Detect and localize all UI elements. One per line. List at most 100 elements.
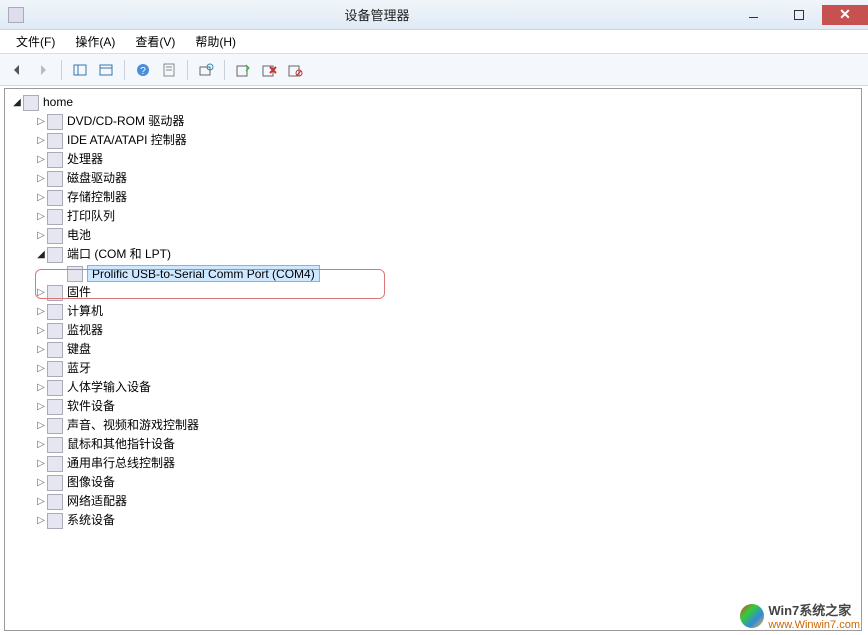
expand-arrow-icon[interactable]: ▷ [35,492,47,511]
show-hide-console-tree-button[interactable] [69,59,91,81]
device-category-item[interactable]: ▷ 蓝牙 [7,359,859,378]
device-item-label: 人体学输入设备 [67,378,151,397]
device-category-item[interactable]: ▷ 磁盘驱动器 [7,169,859,188]
device-item-label: 电池 [67,226,91,245]
device-item-label: 声音、视频和游戏控制器 [67,416,199,435]
device-icon [47,190,63,206]
expand-arrow-icon[interactable]: ▷ [35,131,47,150]
properties-button[interactable] [95,59,117,81]
device-icon [47,475,63,491]
expand-arrow-icon[interactable]: ▷ [35,302,47,321]
device-icon [47,171,63,187]
device-category-item[interactable]: ▷监视器 [7,321,859,340]
expand-arrow-icon[interactable]: ▷ [35,473,47,492]
device-category-item[interactable]: ▷软件设备 [7,397,859,416]
expand-arrow-icon[interactable]: ▷ [35,397,47,416]
watermark: Win7系统之家 www.Winwin7.com [740,600,860,631]
menu-action[interactable]: 操作(A) [65,30,125,53]
device-category-item[interactable]: ▷ 图像设备 [7,473,859,492]
device-category-item[interactable]: ▷ 处理器 [7,150,859,169]
device-category-item[interactable]: ◢ 端口 (COM 和 LPT) [7,245,859,264]
device-item-label: 计算机 [67,302,103,321]
menu-help[interactable]: 帮助(H) [185,30,246,53]
expand-arrow-icon[interactable]: ▷ [35,340,47,359]
device-icon [67,266,83,282]
expand-arrow-icon[interactable]: ▷ [35,112,47,131]
expand-arrow-icon[interactable]: ▷ [35,283,47,302]
device-item-label: IDE ATA/ATAPI 控制器 [67,131,187,150]
nav-forward-button[interactable] [32,59,54,81]
close-button[interactable]: ✕ [822,5,868,25]
expand-arrow-icon[interactable]: ▷ [35,416,47,435]
device-category-item[interactable]: ▷ 计算机 [7,302,859,321]
device-item-label: 固件 [67,283,91,302]
expand-arrow-icon[interactable]: ▷ [35,150,47,169]
tree-root[interactable]: ◢ home [7,93,859,112]
device-item-label: 磁盘驱动器 [67,169,127,188]
expand-arrow-icon[interactable]: ▷ [35,207,47,226]
expand-arrow-icon[interactable]: ▷ [35,454,47,473]
menu-file[interactable]: 文件(F) [6,30,65,53]
device-category-item[interactable]: ▷ 鼠标和其他指针设备 [7,435,859,454]
toolbar-separator [61,60,62,80]
device-item-label: DVD/CD-ROM 驱动器 [67,112,184,131]
expand-arrow-icon[interactable]: ▷ [35,378,47,397]
device-category-item[interactable]: ▷ 固件 [7,283,859,302]
device-icon [47,399,63,415]
scan-hardware-button[interactable] [195,59,217,81]
device-item-label: 网络适配器 [67,492,127,511]
device-child-item[interactable]: Prolific USB-to-Serial Comm Port (COM4) [7,264,859,283]
nav-back-button[interactable] [6,59,28,81]
device-category-item[interactable]: ▷ 电池 [7,226,859,245]
device-icon [47,285,63,301]
device-category-item[interactable]: ▷ 声音、视频和游戏控制器 [7,416,859,435]
toolbar-separator [124,60,125,80]
menu-view[interactable]: 查看(V) [125,30,185,53]
maximize-button[interactable] [776,5,822,25]
device-item-label: 系统设备 [67,511,115,530]
device-category-item[interactable]: ▷ 系统设备 [7,511,859,530]
device-item-label: 处理器 [67,150,103,169]
expand-arrow-icon[interactable]: ▷ [35,321,47,340]
device-item-label: Prolific USB-to-Serial Comm Port (COM4) [87,265,320,282]
device-category-item[interactable]: ▷通用串行总线控制器 [7,454,859,473]
collapse-arrow-icon[interactable]: ◢ [35,245,47,264]
menubar: 文件(F) 操作(A) 查看(V) 帮助(H) [0,30,868,54]
expand-arrow-icon[interactable]: ▷ [35,511,47,530]
device-item-label: 打印队列 [67,207,115,226]
disable-device-button[interactable] [284,59,306,81]
device-category-item[interactable]: ▷ 存储控制器 [7,188,859,207]
svg-text:?: ? [140,66,146,77]
device-item-label: 键盘 [67,340,91,359]
expand-arrow-icon[interactable]: ▷ [35,188,47,207]
device-category-item[interactable]: ▷ 键盘 [7,340,859,359]
expand-arrow-icon[interactable]: ◢ [11,93,23,112]
device-item-label: 鼠标和其他指针设备 [67,435,175,454]
minimize-button[interactable] [730,5,776,25]
action-menu-button[interactable] [158,59,180,81]
device-icon [47,456,63,472]
expand-arrow-icon[interactable]: ▷ [35,226,47,245]
device-category-item[interactable]: ▷ 打印队列 [7,207,859,226]
update-driver-button[interactable] [232,59,254,81]
device-item-label: 蓝牙 [67,359,91,378]
computer-icon [23,95,39,111]
device-category-item[interactable]: ▷ IDE ATA/ATAPI 控制器 [7,131,859,150]
device-category-item[interactable]: ▷ 人体学输入设备 [7,378,859,397]
device-category-item[interactable]: ▷ DVD/CD-ROM 驱动器 [7,112,859,131]
device-category-item[interactable]: ▷ 网络适配器 [7,492,859,511]
device-tree[interactable]: ◢ home ▷ DVD/CD-ROM 驱动器 ▷ IDE ATA/ATAPI 控制器… [4,88,862,631]
expand-arrow-icon[interactable]: ▷ [35,435,47,454]
help-button[interactable]: ? [132,59,154,81]
device-item-label: 端口 (COM 和 LPT) [67,245,171,264]
uninstall-device-button[interactable] [258,59,280,81]
device-icon [47,247,63,263]
expand-arrow-icon[interactable]: ▷ [35,169,47,188]
device-item-label: 图像设备 [67,473,115,492]
device-icon [47,323,63,339]
toolbar: ? [0,54,868,86]
device-item-label: 存储控制器 [67,188,127,207]
expand-arrow-icon[interactable]: ▷ [35,359,47,378]
device-icon [47,209,63,225]
watermark-url: www.Winwin7.com [768,619,860,631]
